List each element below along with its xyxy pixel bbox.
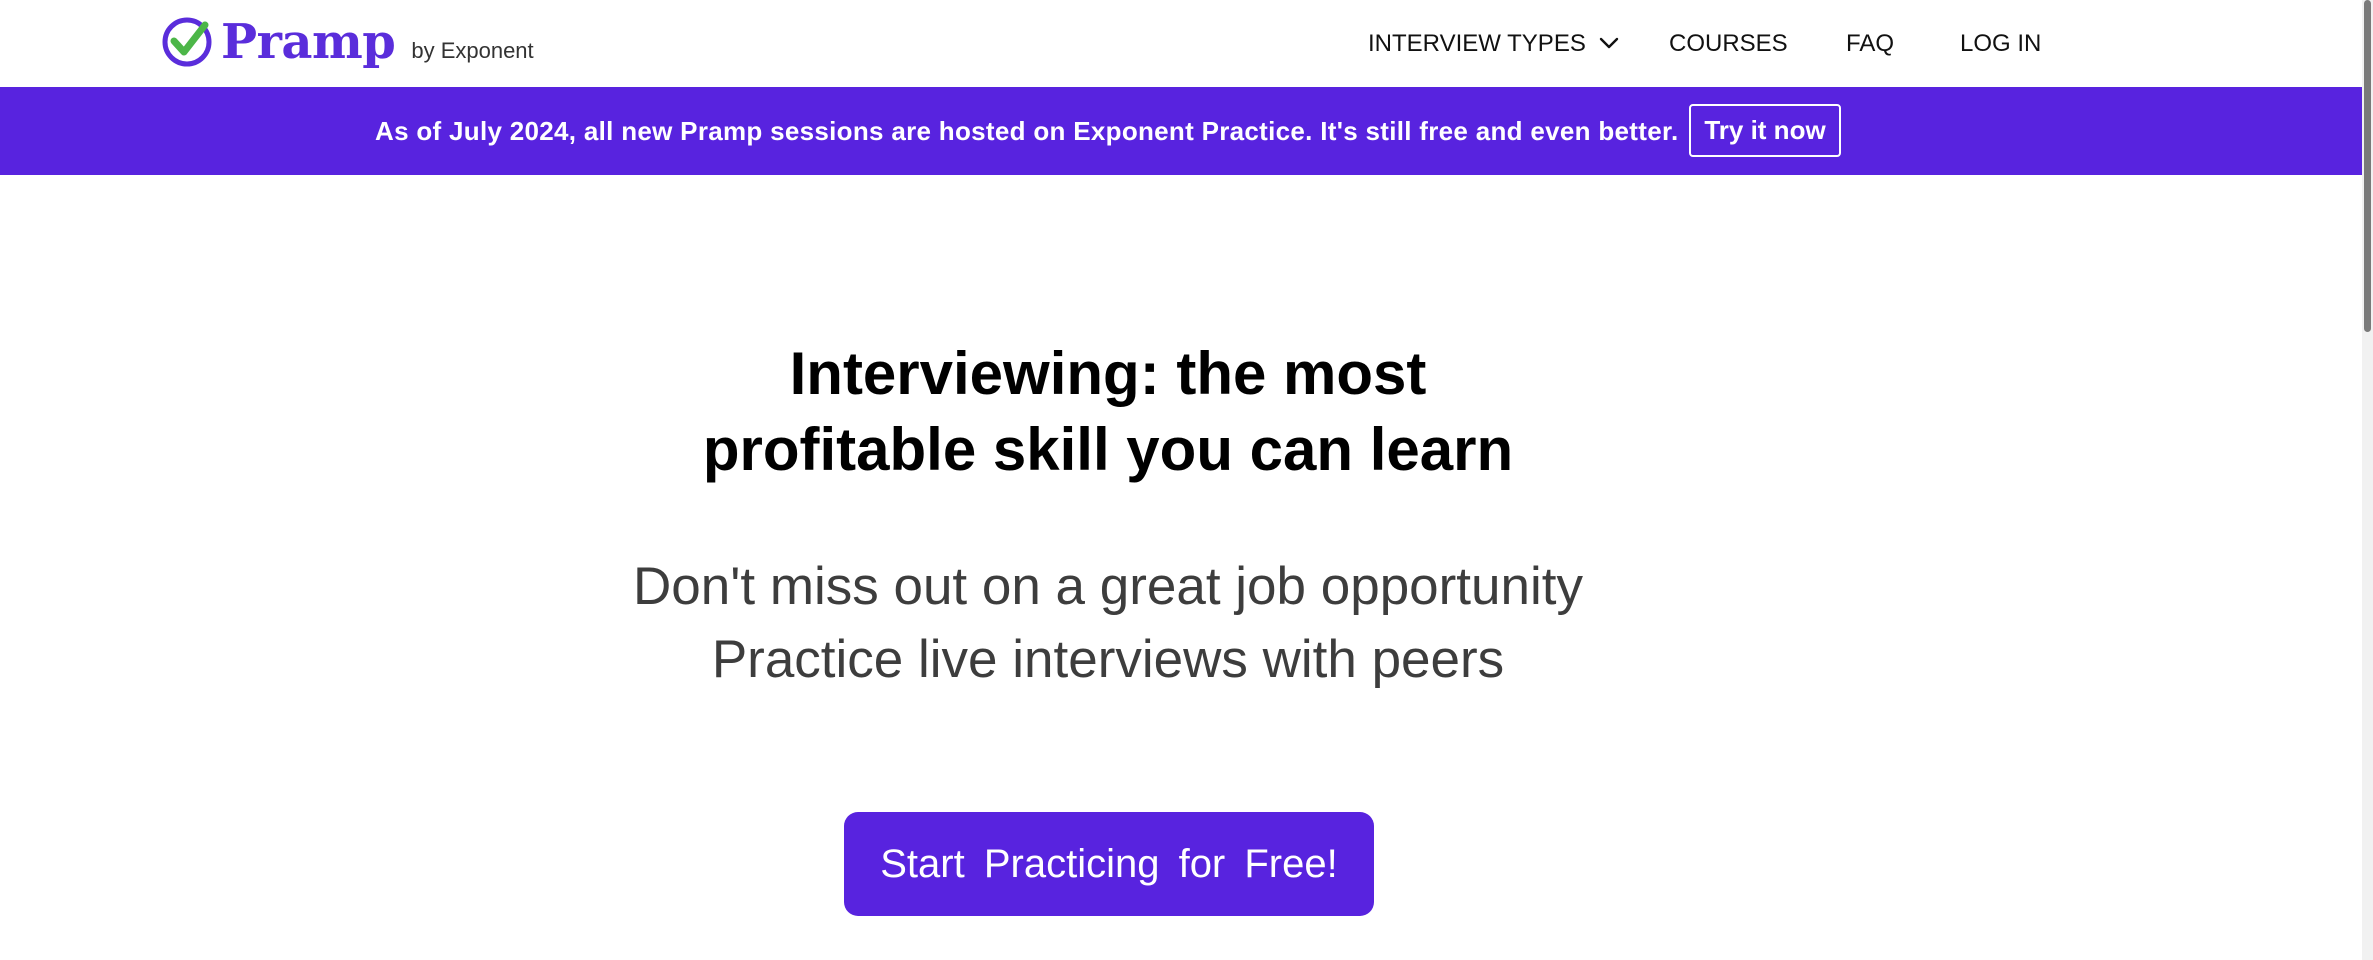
start-practicing-button[interactable]: Start Practicing for Free!: [844, 812, 1374, 916]
hero-subtitle-line-1: Don't miss out on a great job opportunit…: [633, 557, 1583, 616]
nav-login[interactable]: LOG IN: [1960, 24, 2041, 64]
announcement-banner: As of July 2024, all new Pramp sessions …: [0, 87, 2373, 175]
hero-subtitle-line-2: Practice live interviews with peers: [711, 630, 1505, 689]
site-header: Pramp by Exponent INTERVIEW TYPES COURSE…: [0, 0, 2373, 87]
scrollbar-thumb[interactable]: [2364, 0, 2371, 332]
chevron-down-icon: [1599, 37, 1618, 48]
page-scrollbar[interactable]: [2362, 0, 2373, 960]
nav-faq[interactable]: FAQ: [1846, 24, 1894, 64]
hero-title: Interviewing: the most profitable skill …: [608, 336, 1608, 488]
hero-title-line-2: profitable skill you can learn: [702, 416, 1514, 483]
nav-interview-types-label: INTERVIEW TYPES: [1368, 30, 1586, 57]
main-nav: INTERVIEW TYPES COURSES FAQ LOG IN: [0, 24, 2373, 64]
try-it-now-button[interactable]: Try it now: [1689, 104, 1841, 157]
nav-courses[interactable]: COURSES: [1669, 24, 1788, 64]
nav-interview-types[interactable]: INTERVIEW TYPES: [1368, 24, 1619, 64]
banner-message: As of July 2024, all new Pramp sessions …: [375, 116, 1679, 146]
hero-subtitle: Don't miss out on a great job opportunit…: [558, 550, 1658, 696]
hero-title-line-1: Interviewing: the most: [789, 340, 1427, 407]
